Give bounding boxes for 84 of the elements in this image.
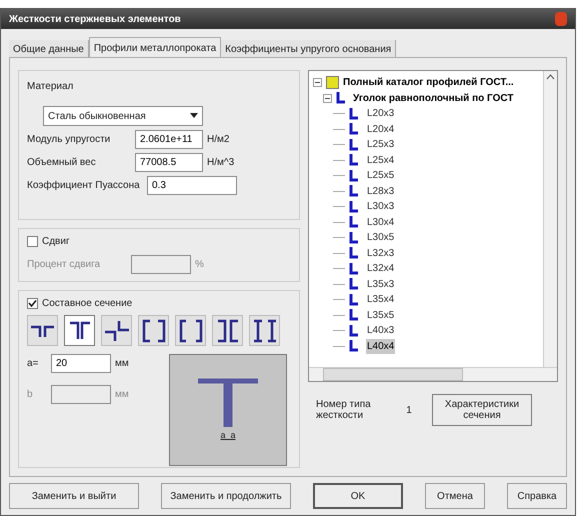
angle-profile-icon <box>336 92 345 104</box>
tree-item[interactable]: L25x3 <box>366 137 396 152</box>
input-field[interactable]: 2.0601e+11 <box>135 130 203 149</box>
tab[interactable]: Профили металлопроката <box>88 37 222 57</box>
vertical-scrollbar[interactable] <box>543 71 557 367</box>
section-type-button[interactable] <box>64 315 95 346</box>
section-type-button[interactable] <box>138 315 169 346</box>
dialog-button[interactable]: Заменить и выйти <box>9 483 139 509</box>
tree-item[interactable]: L20x3 <box>366 106 396 122</box>
collapse-icon[interactable] <box>313 78 322 88</box>
tee-section-drawing <box>196 377 260 430</box>
unit-label: мм <box>115 357 129 371</box>
angle-profile-icon <box>349 262 358 275</box>
unit-label: % <box>195 258 204 272</box>
tree-item[interactable]: Полный каталог профилей ГОСТ... <box>343 75 514 90</box>
dialog-button[interactable]: Заменить и продолжить <box>161 483 291 509</box>
window-title: Жесткости стержневых элементов <box>9 12 181 26</box>
tree-item[interactable]: L35x4 <box>366 292 396 308</box>
tree-item[interactable]: L35x5 <box>366 308 396 323</box>
field-label: Коэффициент Пуассона <box>27 179 141 193</box>
angle-profile-icon <box>349 232 358 244</box>
dropdown-arrow-icon <box>190 113 198 119</box>
angle-profile-icon <box>349 340 358 352</box>
angle-profile-icon <box>349 324 358 337</box>
section-type-button[interactable] <box>101 315 132 346</box>
stiffness-value: 1 <box>405 404 413 418</box>
material-dropdown[interactable]: Сталь обыкновенная <box>43 106 203 126</box>
tree-item[interactable]: L20x4 <box>366 122 396 137</box>
field-label: Модуль упругости <box>27 133 112 147</box>
angle-profile-icon <box>349 294 358 306</box>
dialog-button[interactable]: Отмена <box>425 483 485 509</box>
group-title: Материал <box>27 80 74 94</box>
section-type-button[interactable] <box>27 315 58 346</box>
tree-item[interactable]: L30x3 <box>366 199 396 214</box>
input-field[interactable]: 20 <box>51 354 111 373</box>
dimension-label: a a <box>220 429 236 442</box>
checkbox-label: Составное сечение <box>42 297 132 311</box>
input-field[interactable]: 0.3 <box>147 176 237 195</box>
section-type-button[interactable] <box>175 315 206 346</box>
angle-profile-icon <box>349 108 358 120</box>
stiffness-label: Номер типа жесткости <box>316 399 372 421</box>
tree-item[interactable]: L32x3 <box>366 246 396 261</box>
tree-item[interactable]: L30x4 <box>366 214 396 230</box>
catalog-icon <box>326 76 339 90</box>
field-label: b <box>27 388 34 402</box>
tab[interactable]: Коэффициенты упругого основания <box>221 40 396 57</box>
tab[interactable]: Общие данные <box>9 40 89 57</box>
angle-profile-icon <box>349 278 358 290</box>
tree-item[interactable]: L30x5 <box>366 230 396 246</box>
collapse-icon[interactable] <box>323 94 332 103</box>
field-label: a= <box>27 357 40 371</box>
tree-item[interactable]: L25x4 <box>366 152 396 168</box>
tree-item[interactable]: L40x4 <box>366 338 396 354</box>
checkbox-label: Сдвиг <box>42 235 70 249</box>
horizontal-scrollbar[interactable] <box>309 367 557 381</box>
angle-profile-icon <box>349 247 358 260</box>
tree-item[interactable]: Уголок равнополочный по ГОСТ <box>353 90 514 106</box>
section-type-button[interactable] <box>212 315 243 346</box>
section-properties-button[interactable]: Характеристики сечения <box>432 394 532 426</box>
checkbox[interactable] <box>27 236 38 247</box>
input-field[interactable]: 77008.5 <box>135 153 203 172</box>
field-label: Объемный вес <box>27 156 97 170</box>
section-type-button[interactable] <box>249 315 280 346</box>
unit-label: мм <box>115 388 129 402</box>
angle-profile-icon <box>349 200 358 213</box>
tree-item[interactable]: L32x4 <box>366 261 396 276</box>
angle-profile-icon <box>349 138 358 151</box>
angle-profile-icon <box>349 309 358 322</box>
angle-profile-icon <box>349 216 358 228</box>
tree-item[interactable]: L35x3 <box>366 276 396 292</box>
angle-profile-icon <box>349 154 358 166</box>
angle-profile-icon <box>349 123 358 136</box>
field-label: Процент сдвига <box>27 258 102 272</box>
angle-profile-icon <box>349 185 358 198</box>
close-icon[interactable] <box>555 12 567 26</box>
dialog-button[interactable]: Справка <box>507 483 567 509</box>
tree-item[interactable]: L40x3 <box>366 323 396 338</box>
unit-label: Н/м^3 <box>207 156 234 170</box>
dialog-button[interactable]: OK <box>313 483 403 509</box>
tree-item[interactable]: L28x3 <box>366 184 396 199</box>
angle-profile-icon <box>349 170 358 182</box>
unit-label: Н/м2 <box>207 133 230 147</box>
tree-item[interactable]: L25x5 <box>366 168 396 184</box>
checkbox[interactable] <box>27 298 38 309</box>
